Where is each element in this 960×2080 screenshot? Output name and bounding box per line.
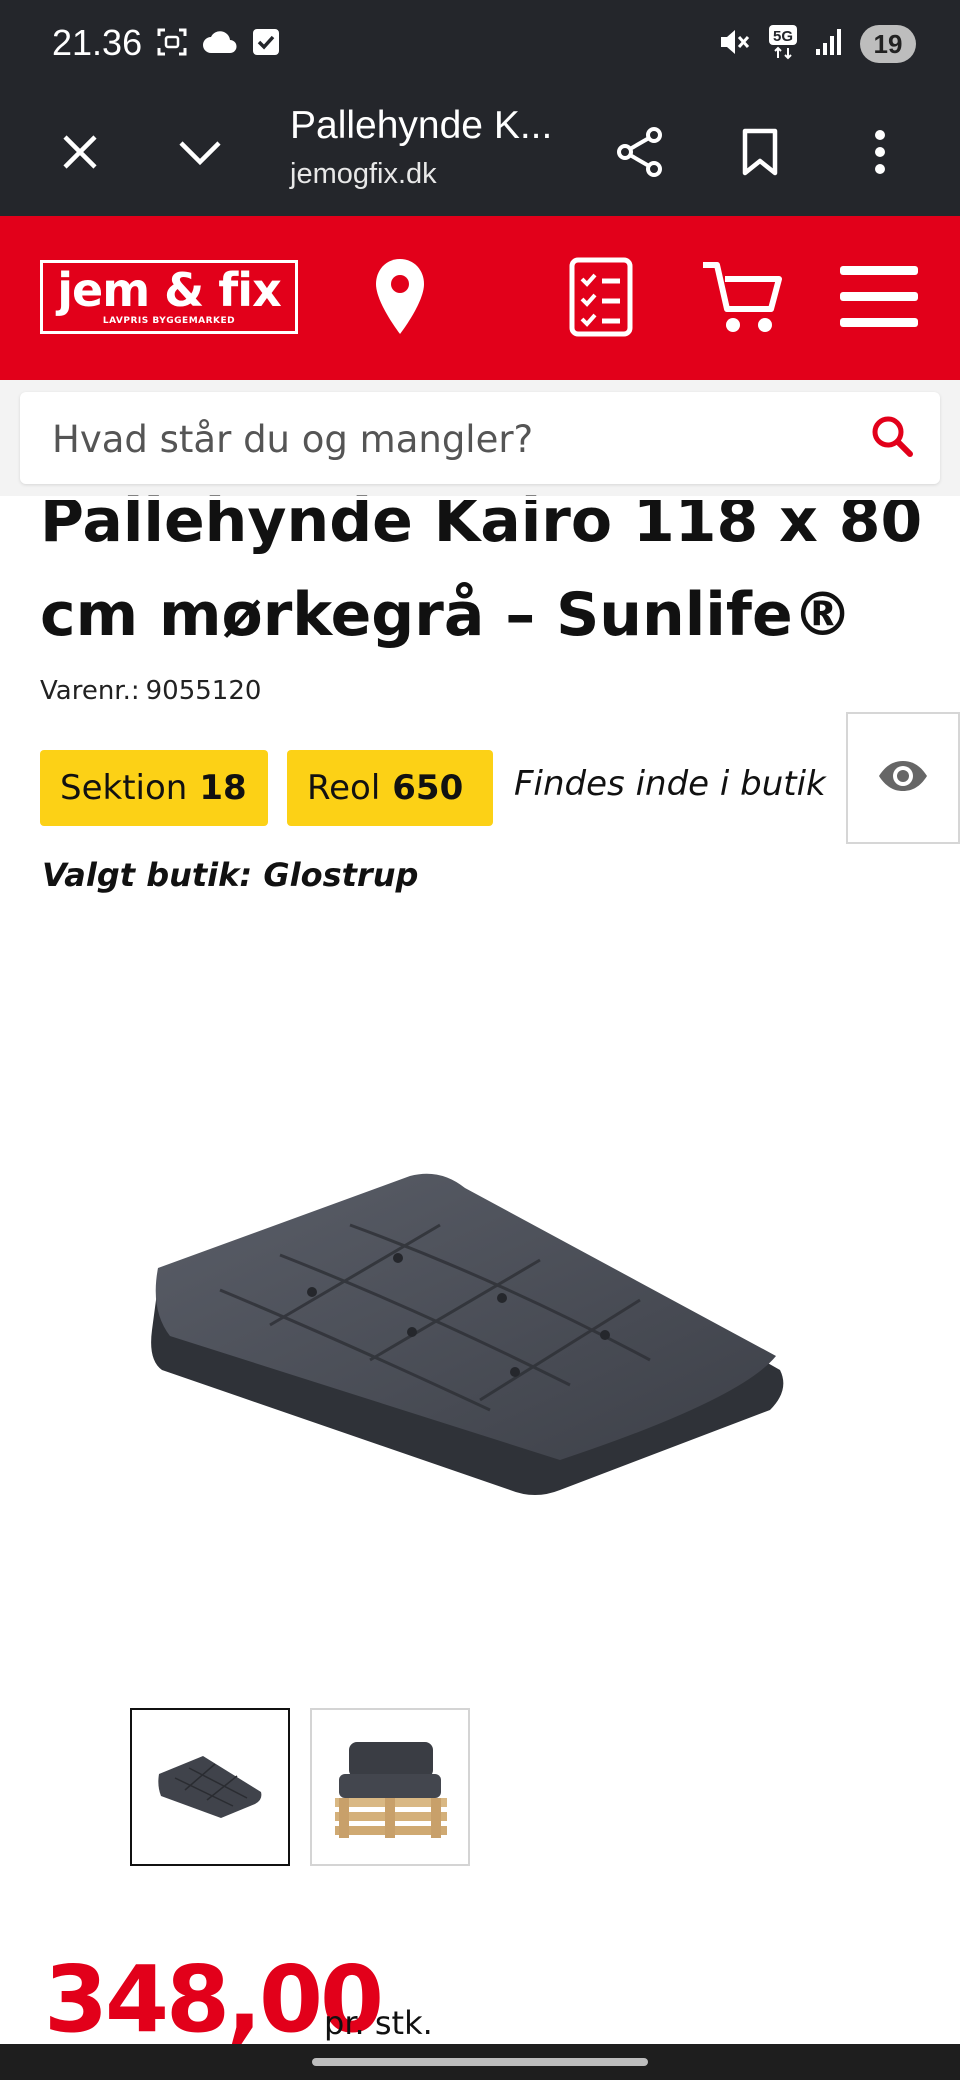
- more-vertical-icon: [873, 129, 887, 179]
- svg-text:5G: 5G: [773, 28, 793, 45]
- location-pin-icon: [374, 257, 426, 341]
- status-icons-left: [156, 26, 280, 62]
- status-icons-right: 5G 19: [718, 22, 916, 66]
- shopping-cart-icon: [699, 257, 783, 341]
- shopping-list-button[interactable]: [566, 254, 636, 344]
- chevron-down-icon: [177, 137, 223, 171]
- section-value: 18: [199, 768, 247, 808]
- cloud-icon: [202, 29, 238, 59]
- availability-text: Findes inde i butik: [514, 764, 826, 804]
- more-options-button[interactable]: [848, 122, 912, 186]
- checklist-icon: [569, 257, 633, 341]
- store-locator-button[interactable]: [370, 254, 430, 344]
- selected-store: Valgt butik: Glostrup: [42, 856, 419, 894]
- share-button[interactable]: [608, 122, 672, 186]
- bookmark-button[interactable]: [728, 122, 792, 186]
- battery-indicator: 19: [860, 25, 916, 63]
- mute-icon: [718, 25, 752, 63]
- system-navigation-bar: [0, 2044, 960, 2080]
- close-tab-button[interactable]: [48, 122, 112, 186]
- tab-domain[interactable]: jemogfix.dk: [290, 158, 437, 191]
- home-gesture-handle[interactable]: [312, 2058, 648, 2066]
- tab-title[interactable]: Pallehynde K...: [290, 104, 552, 148]
- menu-button[interactable]: [836, 254, 922, 344]
- logo-text: jem & fix: [57, 263, 282, 317]
- minimize-tab-button[interactable]: [168, 122, 232, 186]
- signal-icon: [814, 27, 844, 61]
- view-stock-button[interactable]: [846, 712, 960, 844]
- sku-value: 9055120: [145, 676, 262, 706]
- price-unit: pr. stk.: [324, 2004, 433, 2042]
- share-icon: [615, 126, 665, 182]
- shelf-badge: Reol 650: [287, 750, 493, 826]
- section-badge: Sektion 18: [40, 750, 268, 826]
- search-input[interactable]: [50, 392, 854, 486]
- browser-toolbar: Pallehynde K... jemogfix.dk: [0, 92, 960, 216]
- search-icon: [870, 414, 914, 462]
- scroll-clip: [0, 496, 960, 500]
- thumbnail-cushion[interactable]: [130, 1708, 290, 1866]
- bookmark-icon: [741, 128, 779, 180]
- checkbox-notification-icon: [252, 28, 280, 60]
- thumbnail-pallet-sofa[interactable]: [310, 1708, 470, 1866]
- shelf-value: 650: [392, 768, 464, 808]
- status-bar: 21.36 5G 19: [0, 0, 960, 92]
- section-label: Sektion: [60, 768, 188, 808]
- product-sku: Varenr.: 9055120: [40, 676, 261, 706]
- site-logo[interactable]: jem & fix LAVPRIS BYGGEMARKED: [40, 260, 298, 334]
- site-header: jem & fix LAVPRIS BYGGEMARKED: [0, 216, 960, 380]
- search-box: [20, 392, 940, 486]
- hamburger-menu-icon: [838, 264, 920, 334]
- close-icon: [60, 132, 100, 176]
- eye-icon: [877, 759, 929, 797]
- status-time: 21.36: [52, 22, 143, 63]
- product-title: Pallehynde Kairo 118 x 80 cm mørkegrå – …: [40, 486, 923, 650]
- screenshot-icon: [156, 26, 188, 62]
- network-5g-icon: 5G: [768, 24, 798, 64]
- shelf-label: Reol: [307, 768, 381, 808]
- search-button[interactable]: [868, 414, 916, 462]
- product-image[interactable]: [140, 1160, 800, 1510]
- cart-button[interactable]: [696, 254, 786, 344]
- sku-label: Varenr.:: [40, 676, 140, 706]
